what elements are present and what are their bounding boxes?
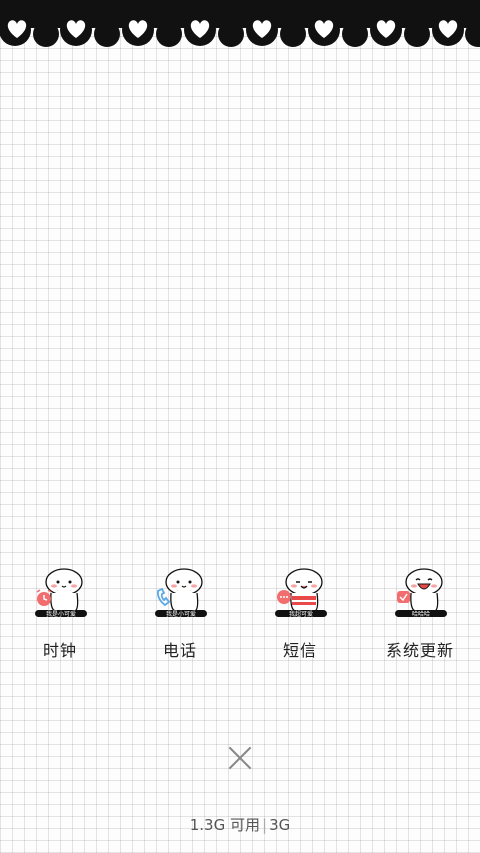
app-card-system-update[interactable]: 哈哈哈 系统更新 bbox=[360, 565, 480, 665]
phone-icon bbox=[156, 587, 171, 607]
app-card-messages[interactable]: 我超可爱 短信 bbox=[240, 565, 360, 665]
app-label-system-update: 系统更新 bbox=[385, 641, 454, 660]
top-lace-banner bbox=[0, 0, 480, 48]
app-badge-system-update: 哈哈哈 bbox=[412, 610, 430, 618]
app-label-phone: 电话 bbox=[162, 641, 197, 660]
app-icon-system-update: 哈哈哈 bbox=[385, 565, 455, 620]
app-label-clock: 时钟 bbox=[42, 641, 77, 660]
memory-status: 1.3G 可用 | 3G bbox=[0, 814, 480, 835]
memory-separator: | bbox=[262, 816, 268, 834]
memory-total: 3G bbox=[269, 816, 291, 834]
app-badge-messages: 我超可爱 bbox=[289, 610, 313, 618]
app-card-phone[interactable]: 我是小可爱 电话 bbox=[120, 565, 240, 665]
update-icon bbox=[397, 591, 410, 603]
recent-apps-row: 我是小可爱 时钟 我是小可爱 电话 我超可爱 短信 哈哈哈 系统更新 bbox=[0, 565, 480, 665]
memory-available: 1.3G 可用 bbox=[189, 816, 260, 834]
app-icon-phone: 我是小可爱 bbox=[145, 565, 215, 620]
app-label-messages: 短信 bbox=[282, 641, 317, 660]
app-icon-clock: 我是小可爱 bbox=[25, 565, 95, 620]
app-badge-clock: 我是小可爱 bbox=[46, 610, 76, 618]
app-icon-messages: 我超可爱 bbox=[265, 565, 335, 620]
clear-all-close-icon[interactable] bbox=[226, 744, 254, 772]
app-card-clock[interactable]: 我是小可爱 时钟 bbox=[0, 565, 120, 665]
app-badge-phone: 我是小可爱 bbox=[166, 610, 196, 618]
